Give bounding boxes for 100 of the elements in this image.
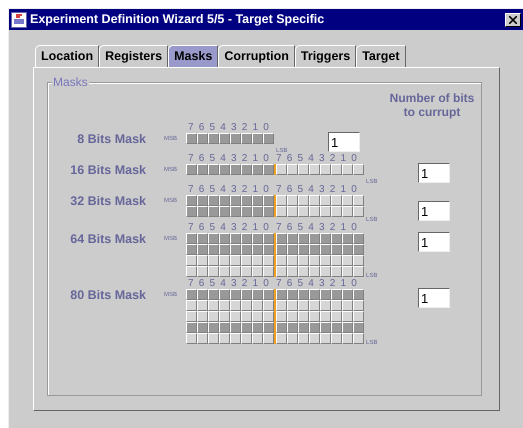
bit-number: 3 [231, 223, 238, 233]
mask-label: 32 Bits Mask [69, 193, 146, 210]
tab[interactable]: Masks [168, 45, 218, 67]
bit-number: 4 [220, 123, 227, 133]
bit-number: 5 [298, 154, 304, 164]
bit-number: 2 [330, 154, 336, 164]
mask-label: 8 Bits Mask [76, 131, 146, 148]
bit-number: 3 [231, 279, 238, 289]
tab[interactable]: Corruption [218, 45, 295, 67]
close-icon [509, 16, 517, 24]
bit-number: 4 [220, 223, 227, 233]
bit-number: 6 [286, 223, 294, 233]
bit-number: 1 [252, 223, 260, 233]
tab[interactable]: Registers [99, 45, 168, 67]
mask-byte[interactable] [186, 233, 274, 244]
mask-byte[interactable] [186, 164, 274, 175]
tab[interactable]: Triggers [294, 45, 356, 67]
bit-number: 5 [210, 223, 216, 233]
bit-number: 7 [188, 154, 195, 164]
bit-number: 6 [286, 154, 294, 164]
mask-byte[interactable] [186, 244, 274, 255]
bit-number: 0 [263, 223, 270, 233]
bit-number: 3 [231, 154, 238, 164]
bit-number: 7 [188, 185, 195, 195]
bit-number: 7 [276, 185, 283, 195]
bit-number: 2 [330, 223, 336, 233]
bit-number: 5 [298, 223, 304, 233]
bit-number: 6 [286, 185, 294, 195]
bit-number: 0 [351, 223, 358, 233]
bit-number: 0 [263, 279, 270, 289]
mask-label: 64 Bits Mask [69, 231, 146, 248]
mask-byte[interactable] [186, 195, 274, 206]
bits-input[interactable]: 1 [418, 288, 450, 308]
bit-number: 5 [298, 185, 304, 195]
bit-number: 4 [308, 223, 315, 233]
bit-number: 5 [210, 279, 216, 289]
bit-number: 1 [252, 185, 260, 195]
bit-number: 5 [210, 123, 216, 133]
bit-number: 3 [319, 185, 326, 195]
bit-number: 1 [340, 154, 348, 164]
tab[interactable]: Target [356, 45, 406, 67]
mask-byte[interactable] [186, 300, 274, 311]
bit-number: 1 [340, 279, 348, 289]
bit-number: 6 [198, 123, 206, 133]
mask-byte[interactable] [274, 206, 364, 217]
bit-number: 3 [319, 154, 326, 164]
bit-number: 6 [198, 223, 206, 233]
bit-number: 2 [242, 223, 248, 233]
bit-number: 2 [330, 185, 336, 195]
bit-number: 2 [242, 154, 248, 164]
bit-number: 1 [252, 154, 260, 164]
bit-number: 2 [330, 279, 336, 289]
bit-number: 1 [340, 185, 348, 195]
bit-number: 2 [242, 185, 248, 195]
bit-number: 0 [263, 154, 270, 164]
mask-byte[interactable] [186, 255, 274, 266]
mask-byte[interactable] [186, 311, 274, 322]
bit-number: 7 [188, 223, 195, 233]
mask-byte[interactable] [274, 333, 364, 344]
mask-byte[interactable] [186, 133, 274, 144]
bit-number: 4 [308, 185, 315, 195]
bit-number: 0 [263, 123, 270, 133]
bit-number: 7 [188, 279, 195, 289]
bits-input[interactable]: 1 [418, 201, 450, 221]
bit-number: 5 [298, 279, 304, 289]
close-button[interactable] [505, 12, 521, 26]
bit-number: 4 [308, 154, 315, 164]
bit-number: 7 [276, 154, 283, 164]
group-title: Masks [52, 75, 89, 89]
bits-input[interactable]: 1 [418, 163, 450, 183]
bit-number: 1 [252, 123, 260, 133]
bit-number: 0 [263, 185, 270, 195]
mask-byte[interactable] [186, 322, 274, 333]
bit-number: 7 [188, 123, 195, 133]
column-heading: Number of bits to currupt [389, 91, 475, 119]
mask-byte[interactable] [274, 164, 364, 175]
mask-byte[interactable] [186, 206, 274, 217]
bit-number: 0 [351, 279, 358, 289]
mask-byte[interactable] [274, 266, 364, 277]
bit-number: 0 [351, 185, 358, 195]
bit-number: 3 [231, 123, 238, 133]
mask-byte[interactable] [186, 266, 274, 277]
mask-byte[interactable] [186, 289, 274, 300]
bit-number: 2 [242, 123, 248, 133]
mask-byte[interactable] [186, 333, 274, 344]
bit-number: 0 [351, 154, 358, 164]
mask-label: 80 Bits Mask [69, 287, 146, 304]
bits-input[interactable]: 1 [418, 232, 450, 252]
bit-number: 4 [220, 154, 227, 164]
bit-number: 5 [210, 154, 216, 164]
bits-input[interactable]: 1 [328, 132, 360, 152]
bit-number: 7 [276, 279, 283, 289]
tab[interactable]: Location [35, 45, 100, 67]
bit-number: 1 [252, 279, 260, 289]
bit-number: 7 [276, 223, 283, 233]
bit-number: 4 [220, 185, 227, 195]
bit-number: 6 [198, 279, 206, 289]
bit-number: 3 [319, 279, 326, 289]
window-title: Experiment Definition Wizard 5/5 - Target Specific [30, 11, 324, 28]
bit-number: 6 [286, 279, 294, 289]
